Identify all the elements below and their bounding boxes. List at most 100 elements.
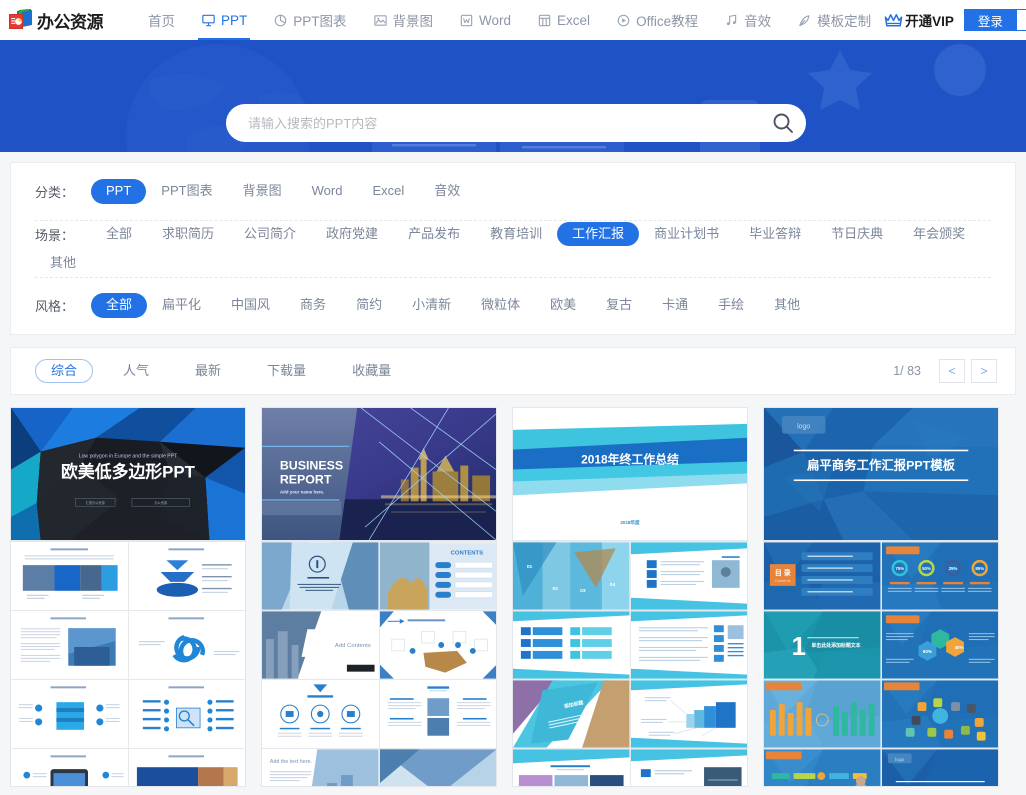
- filter-chip-other[interactable]: 其他: [35, 251, 91, 275]
- search-box[interactable]: [226, 104, 806, 142]
- hot-search-item[interactable]: 新年计划: [361, 149, 427, 152]
- slide-thumb: [262, 680, 379, 748]
- filter-chip-flat[interactable]: 扁平化: [147, 293, 216, 317]
- nav-item-office-tutorial[interactable]: Office教程: [603, 0, 711, 40]
- nav-item-label: 音效: [744, 14, 772, 29]
- template-slide-previews: [11, 541, 245, 786]
- filter-chip-chinese[interactable]: 中国风: [216, 293, 285, 317]
- filter-chip-annual-award[interactable]: 年会颁奖: [898, 222, 980, 246]
- filter-panel: 分类： PPT PPT图表 背景图 Word Excel 音效 场景： 全部 求…: [10, 162, 1016, 335]
- template-card[interactable]: BUSINESS REPORT Add your name here. CONT…: [261, 407, 497, 787]
- nav-item-label: 模板定制: [817, 14, 872, 29]
- nav-item-background[interactable]: 背景图: [360, 0, 447, 40]
- template-card[interactable]: 2018年终工作总结 2018年度 01 02 03 04 添加标题: [512, 407, 748, 787]
- site-logo[interactable]: 办公资源: [8, 0, 113, 40]
- filter-chip-all[interactable]: 全部: [91, 222, 147, 246]
- filter-chip-ppt[interactable]: PPT: [91, 179, 147, 204]
- svg-text:Add Contents: Add Contents: [335, 643, 371, 649]
- filter-chip-ppt-charts[interactable]: PPT图表: [146, 179, 227, 203]
- login-button[interactable]: 登录: [963, 9, 1017, 31]
- slide-thumb: CONTENTS: [379, 542, 496, 610]
- nav-item-ppt[interactable]: PPT: [188, 0, 260, 40]
- filter-chip-audio[interactable]: 音效: [419, 179, 475, 203]
- filter-chip-thesis-defense[interactable]: 毕业答辩: [734, 222, 816, 246]
- nav-item-excel[interactable]: Excel: [524, 0, 603, 40]
- slide-thumb: [764, 749, 881, 786]
- prev-page-button[interactable]: <: [939, 359, 965, 383]
- template-slide-previews: 01 02 03 04 添加标题: [513, 541, 747, 786]
- slide-thumb: [630, 680, 747, 748]
- template-cover-image: 2018年终工作总结 2018年度: [513, 408, 747, 541]
- filter-chip-government[interactable]: 政府党建: [311, 222, 393, 246]
- filter-chip-word[interactable]: Word: [297, 179, 358, 203]
- filter-chip-resume[interactable]: 求职简历: [147, 222, 229, 246]
- filter-chip-excel[interactable]: Excel: [357, 179, 419, 203]
- nav-item-label: Word: [479, 12, 512, 28]
- slide-thumb: [630, 611, 747, 679]
- filter-chip-handdrawn[interactable]: 手绘: [703, 293, 759, 317]
- filter-chip-neumorphism[interactable]: 微粒体: [466, 293, 535, 317]
- hot-search-row: 热门搜索： 食品安全 新年计划 商业计划书 快闪 工作 简历 教育 生日 中国风…: [226, 149, 805, 152]
- filter-chip-other[interactable]: 其他: [759, 293, 815, 317]
- template-card[interactable]: logo 扁平商务工作汇报PPT模板 目 录 Contents 75% 50% …: [763, 407, 999, 787]
- top-navigation-bar: 办公资源 首页 PPT PPT图表 背景图 Word Excel Office教…: [0, 0, 1026, 40]
- slide-thumb: [513, 611, 630, 679]
- hot-search-item[interactable]: 生日: [669, 149, 710, 152]
- nav-item-ppt-charts[interactable]: PPT图表: [260, 0, 359, 40]
- filter-chip-product-launch[interactable]: 产品发布: [393, 222, 475, 246]
- cover-subtitle: 2018年度: [620, 519, 640, 526]
- filter-chip-fresh[interactable]: 小清新: [397, 293, 466, 317]
- sort-option-downloads[interactable]: 下载量: [251, 359, 322, 383]
- hot-search-item[interactable]: 快闪: [505, 149, 546, 152]
- svg-text:25%: 25%: [948, 566, 957, 571]
- filter-chip-retro[interactable]: 复古: [591, 293, 647, 317]
- register-button[interactable]: 注册: [1016, 9, 1026, 31]
- slide-thumb: [11, 680, 128, 748]
- sort-option-comprehensive[interactable]: 综合: [35, 359, 94, 383]
- filter-chip-business[interactable]: 商务: [285, 293, 341, 317]
- filter-chip-simple[interactable]: 简约: [341, 293, 397, 317]
- nav-item-audio[interactable]: 音效: [711, 0, 784, 40]
- nav-item-home[interactable]: 首页: [135, 0, 188, 40]
- search-icon[interactable]: [766, 106, 800, 140]
- filter-chip-background[interactable]: 背景图: [228, 179, 297, 203]
- hot-search-item[interactable]: 食品安全: [295, 149, 361, 152]
- slide-thumb: [630, 749, 747, 786]
- nav-item-template-custom[interactable]: 模板定制: [784, 0, 884, 40]
- filter-chip-cartoon[interactable]: 卡通: [647, 293, 703, 317]
- svg-text:60%: 60%: [922, 649, 931, 654]
- hot-search-item[interactable]: 商业计划书: [427, 149, 506, 152]
- hot-search-item[interactable]: 工作: [546, 149, 587, 152]
- next-page-button[interactable]: >: [971, 359, 997, 383]
- hero-search-banner: 热门搜索： 食品安全 新年计划 商业计划书 快闪 工作 简历 教育 生日 中国风…: [0, 40, 1026, 152]
- filter-chip-all[interactable]: 全部: [91, 293, 148, 318]
- template-card[interactable]: Low polygon in Europe and the simple PPT…: [10, 407, 246, 787]
- slide-thumb: [379, 680, 496, 748]
- search-input[interactable]: [246, 114, 766, 132]
- slide-thumb: [513, 749, 630, 786]
- slide-thumb: [11, 611, 128, 679]
- nav-item-label: 背景图: [392, 14, 434, 29]
- hot-search-item[interactable]: 简历: [587, 149, 628, 152]
- hot-search-item[interactable]: 中国风: [710, 149, 764, 152]
- document-stack-icon: [8, 8, 34, 32]
- filter-chip-education[interactable]: 教育培训: [475, 222, 557, 246]
- template-slide-previews: 目 录 Contents 75% 50% 25% 85% 1 单击此处添加标题文…: [764, 541, 998, 786]
- filter-chip-company-profile[interactable]: 公司简介: [229, 222, 311, 246]
- vip-upgrade-button[interactable]: 开通VIP: [884, 10, 964, 30]
- filter-chip-work-report[interactable]: 工作汇报: [557, 222, 640, 247]
- filter-chip-business-plan[interactable]: 商业计划书: [639, 222, 734, 246]
- hot-search-item[interactable]: 教育: [628, 149, 669, 152]
- template-card-grid: Low polygon in Europe and the simple PPT…: [10, 407, 1016, 787]
- sort-option-favorites[interactable]: 收藏量: [336, 359, 407, 383]
- filter-chip-western[interactable]: 欧美: [535, 293, 591, 317]
- nav-right-actions: 开通VIP 登录 注册: [884, 0, 1026, 40]
- filter-chip-festival[interactable]: 节日庆典: [816, 222, 898, 246]
- nav-item-label: 首页: [148, 14, 175, 29]
- nav-item-word[interactable]: Word: [446, 0, 524, 40]
- hot-search-item[interactable]: 培训: [764, 149, 805, 152]
- svg-text:85%: 85%: [975, 566, 984, 571]
- main-content: 分类： PPT PPT图表 背景图 Word Excel 音效 场景： 全部 求…: [0, 162, 1026, 787]
- sort-option-newest[interactable]: 最新: [179, 359, 237, 383]
- sort-option-popularity[interactable]: 人气: [107, 359, 165, 383]
